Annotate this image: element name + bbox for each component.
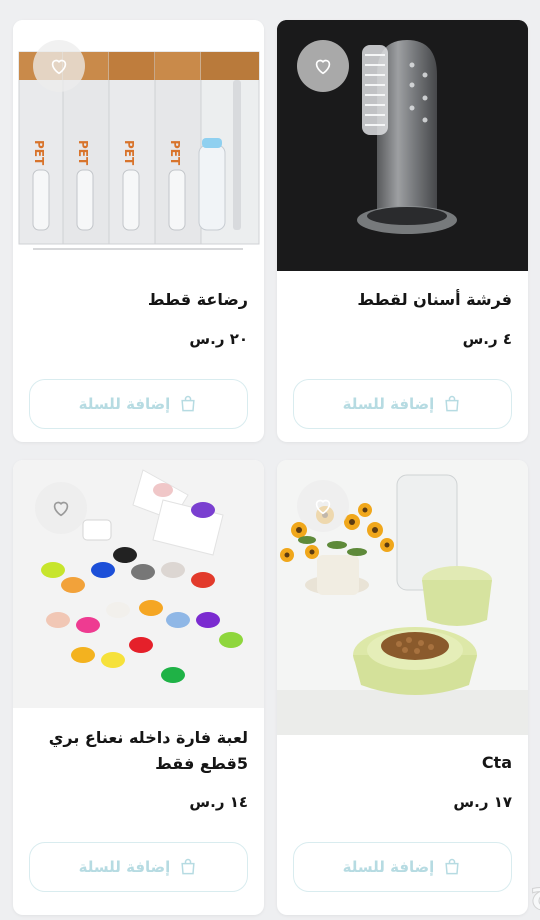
heart-icon: [315, 59, 331, 75]
cart-button-label: إضافة للسلة: [78, 858, 171, 876]
product-card[interactable]: PET PET PET PET رضاعة قطط ٢٠ ر.س إضافة ل…: [13, 20, 264, 442]
heart-icon: [51, 59, 67, 75]
product-price: ٢٠ ر.س: [189, 330, 248, 348]
site-watermark: حراج: [300, 866, 540, 916]
watermark-text: حراج: [530, 871, 540, 911]
product-card[interactable]: Cta ١٧ ر.س إضافة للسلة: [277, 460, 528, 915]
cart-button-label: إضافة للسلة: [78, 395, 171, 413]
favorite-button[interactable]: [33, 40, 85, 92]
product-price: ١٤ ر.س: [189, 793, 248, 811]
product-title: Cta: [481, 753, 512, 772]
pet-label-text: PET: [76, 140, 90, 166]
heart-icon: [315, 499, 331, 515]
top-strip: [0, 0, 540, 12]
product-title: فرشة أسنان لقطط: [357, 290, 512, 309]
favorite-button[interactable]: [297, 40, 349, 92]
shopping-bag-icon: [181, 858, 195, 875]
product-price: ١٧ ر.س: [453, 793, 512, 811]
add-to-cart-button[interactable]: إضافة للسلة: [29, 379, 248, 429]
pet-label-text: PET: [168, 140, 182, 166]
pet-label-text: PET: [32, 140, 46, 166]
product-title: لعبة فارة داخله نعناع بري 5قطع فقط: [48, 728, 248, 773]
product-price: ٤ ر.س: [462, 330, 512, 348]
heart-icon: [53, 501, 69, 517]
pet-label-text: PET: [122, 140, 136, 166]
cart-button-label: إضافة للسلة: [342, 395, 435, 413]
shopping-bag-icon: [181, 395, 195, 412]
product-card[interactable]: فرشة أسنان لقطط ٤ ر.س إضافة للسلة: [277, 20, 528, 442]
add-to-cart-button[interactable]: إضافة للسلة: [293, 379, 512, 429]
product-card[interactable]: لعبة فارة داخله نعناع بري 5قطع فقط ١٤ ر.…: [13, 460, 264, 915]
shopping-bag-icon: [445, 395, 459, 412]
product-title: رضاعة قطط: [147, 290, 248, 309]
favorite-button[interactable]: [35, 482, 87, 534]
product-grid: فرشة أسنان لقطط ٤ ر.س إضافة للسلة PET PE…: [0, 0, 540, 919]
add-to-cart-button[interactable]: إضافة للسلة: [29, 842, 248, 892]
favorite-button[interactable]: [297, 480, 349, 532]
